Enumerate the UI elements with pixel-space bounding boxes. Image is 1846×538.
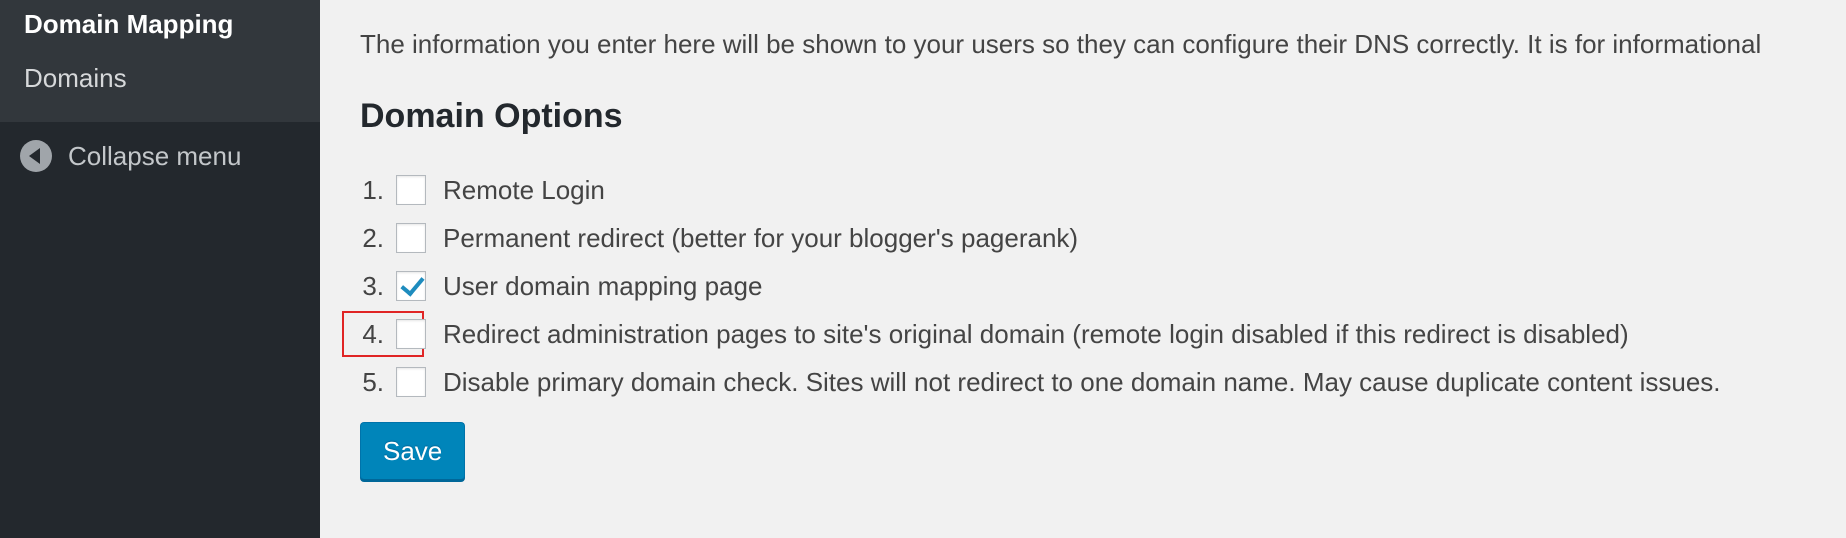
- option-number: 5.: [362, 366, 384, 397]
- option-number: 3.: [362, 270, 384, 301]
- option-number: 2.: [362, 222, 384, 253]
- option-label: Redirect administration pages to site's …: [443, 318, 1629, 349]
- remote-login-checkbox[interactable]: [396, 175, 426, 205]
- domain-options-heading: Domain Options: [360, 97, 623, 135]
- submenu-item-domains[interactable]: Domains: [24, 60, 127, 96]
- redirect-admin-pages-checkbox[interactable]: [396, 319, 426, 349]
- info-text: The information you enter here will be s…: [360, 29, 1762, 59]
- option-remote-login: 1. Remote Login: [350, 166, 1721, 214]
- collapse-menu-button[interactable]: Collapse menu: [20, 138, 241, 174]
- user-domain-mapping-page-checkbox[interactable]: [396, 271, 426, 301]
- arrow-left-circle-icon: [20, 140, 52, 172]
- option-label: Permanent redirect (better for your blog…: [443, 222, 1079, 253]
- option-redirect-admin-pages: 4. Redirect administration pages to site…: [342, 310, 1721, 358]
- option-label: Disable primary domain check. Sites will…: [443, 366, 1721, 397]
- admin-page: Domain Mapping Domains Collapse menu The…: [0, 0, 1846, 538]
- disable-primary-domain-check-checkbox[interactable]: [396, 367, 426, 397]
- option-number: 1.: [362, 174, 384, 205]
- submenu: Domain Mapping Domains: [0, 0, 320, 122]
- option-permanent-redirect: 2. Permanent redirect (better for your b…: [350, 214, 1721, 262]
- option-label: User domain mapping page: [443, 270, 763, 301]
- main-content: The information you enter here will be s…: [320, 0, 1846, 538]
- checkmark-icon: [400, 271, 425, 297]
- save-button[interactable]: Save: [360, 422, 466, 480]
- admin-sidebar: Domain Mapping Domains Collapse menu: [0, 0, 320, 538]
- option-number: 4.: [362, 318, 384, 349]
- submenu-title-domain-mapping[interactable]: Domain Mapping: [24, 6, 233, 42]
- option-user-domain-mapping-page: 3. User domain mapping page: [350, 262, 1721, 310]
- permanent-redirect-checkbox[interactable]: [396, 223, 426, 253]
- collapse-menu-label: Collapse menu: [68, 140, 242, 171]
- domain-options-list: 1. Remote Login 2. Permanent redirect (b…: [342, 166, 1721, 406]
- option-label: Remote Login: [443, 174, 605, 205]
- option-disable-primary-domain-check: 5. Disable primary domain check. Sites w…: [350, 358, 1721, 406]
